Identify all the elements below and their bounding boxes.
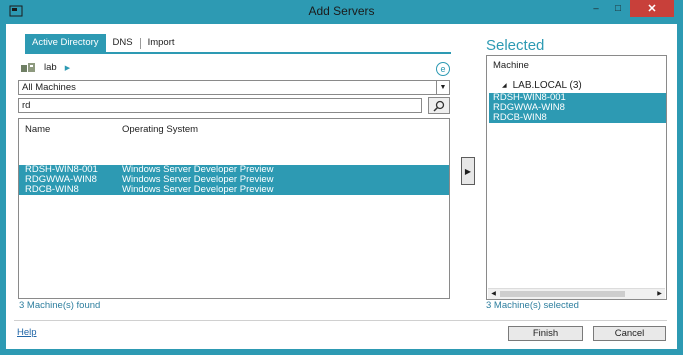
dialog-body: Active Directory DNS Import lab ▶ e All …: [6, 24, 677, 349]
cancel-button[interactable]: Cancel: [593, 326, 666, 341]
collapse-icon[interactable]: ◢: [502, 82, 507, 89]
window-title: Add Servers: [308, 4, 375, 18]
machine-filter-select[interactable]: All Machines ▼: [18, 80, 450, 95]
results-list: Name Operating System RDSH-WIN8-001 Wind…: [18, 118, 450, 299]
breadcrumb: lab ▶: [21, 62, 70, 73]
help-link[interactable]: Help: [17, 327, 37, 338]
list-item[interactable]: RDCB-WIN8: [489, 113, 666, 123]
group-label: LAB.LOCAL (3): [512, 80, 582, 91]
search-button[interactable]: [428, 97, 450, 114]
breadcrumb-domain[interactable]: lab: [44, 62, 57, 73]
domain-icon: [21, 63, 35, 72]
tab-underline: [25, 52, 451, 54]
chevron-down-icon[interactable]: ▼: [436, 81, 449, 94]
row-os: Windows Server Developer Preview: [122, 184, 274, 195]
tab-active-directory[interactable]: Active Directory: [25, 34, 106, 52]
column-header-os[interactable]: Operating System: [122, 124, 198, 135]
results-header: Name Operating System: [19, 119, 449, 139]
refresh-icon[interactable]: e: [436, 62, 450, 76]
scroll-thumb[interactable]: [500, 291, 625, 297]
footer-divider: [14, 320, 667, 321]
scroll-right-icon[interactable]: ▶: [654, 289, 665, 299]
title-bar[interactable]: Add Servers – □ ✕: [0, 0, 683, 24]
group-lab-local[interactable]: ◢ LAB.LOCAL (3): [502, 80, 582, 91]
source-tabs: Active Directory DNS Import: [25, 34, 182, 52]
search-input[interactable]: rd: [18, 98, 422, 113]
row-name: RDCB-WIN8: [25, 184, 79, 195]
move-right-icon[interactable]: ▶: [461, 157, 475, 185]
selected-title: Selected: [486, 37, 545, 54]
search-icon: [433, 100, 445, 112]
finish-button[interactable]: Finish: [508, 326, 583, 341]
results-count: 3 Machine(s) found: [19, 300, 101, 311]
horizontal-scrollbar[interactable]: ◀ ▶: [488, 288, 665, 299]
machine-filter-value: All Machines: [22, 82, 76, 93]
maximize-button[interactable]: □: [607, 0, 629, 17]
minimize-button[interactable]: –: [585, 0, 607, 17]
column-header-name[interactable]: Name: [25, 124, 50, 135]
tab-import[interactable]: Import: [141, 34, 182, 52]
selected-panel: Machine ◢ LAB.LOCAL (3) RDSH-WIN8-001 RD…: [486, 55, 667, 300]
close-button[interactable]: ✕: [630, 0, 674, 17]
add-servers-window: Add Servers – □ ✕ Active Directory DNS I…: [0, 0, 683, 355]
table-row[interactable]: RDCB-WIN8 Windows Server Developer Previ…: [19, 185, 449, 195]
scroll-left-icon[interactable]: ◀: [488, 289, 499, 299]
selected-count: 3 Machine(s) selected: [486, 300, 579, 311]
breadcrumb-arrow-icon[interactable]: ▶: [65, 64, 70, 72]
tab-dns[interactable]: DNS: [106, 34, 140, 52]
column-header-machine[interactable]: Machine: [493, 60, 529, 71]
